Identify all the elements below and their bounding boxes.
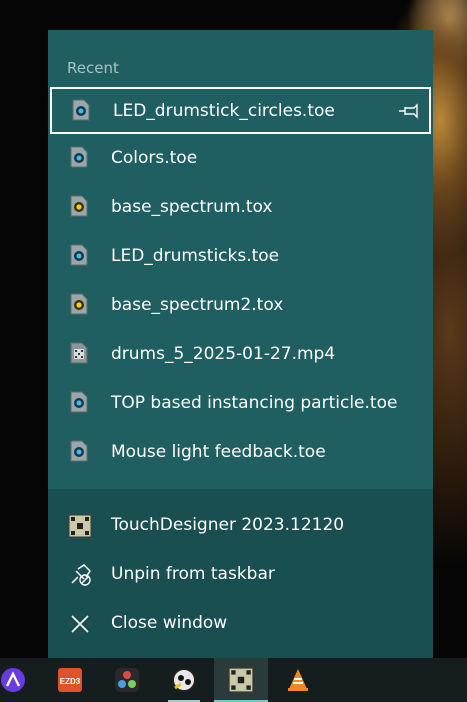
recent-item-label: TOP based instancing particle.toe <box>111 393 398 413</box>
recent-item-led-drumstick-circles[interactable]: LED_drumstick_circles.toe <box>50 87 431 134</box>
taskbar-button-touchdesigner[interactable] <box>214 658 268 702</box>
launch-touchdesigner-item[interactable]: TouchDesigner 2023.12120 <box>48 501 433 550</box>
recent-items-list: LED_drumstick_circles.toe Colors.toe bas… <box>48 87 433 477</box>
recent-item-mouse-light[interactable]: Mouse light feedback.toe <box>48 428 433 477</box>
recent-item-top-instancing[interactable]: TOP based instancing particle.toe <box>48 379 433 428</box>
recent-item-label: Colors.toe <box>111 148 198 168</box>
recent-item-drums-video[interactable]: drums_5_2025-01-27.mp4 <box>48 330 433 379</box>
recent-item-label: LED_drumstick_circles.toe <box>113 101 335 121</box>
toe-file-icon <box>72 99 90 121</box>
recent-item-led-drumsticks[interactable]: LED_drumsticks.toe <box>48 232 433 281</box>
taskbar-button-davinci-resolve[interactable] <box>100 658 154 702</box>
jump-list-menu: Recent LED_drumstick_circles.toe Colors.… <box>48 30 433 658</box>
close-icon <box>71 615 89 633</box>
recent-item-label: base_spectrum.tox <box>111 197 273 217</box>
recent-section-title: Recent <box>67 59 119 77</box>
touchdesigner-icon <box>68 514 92 538</box>
unpin-icon <box>71 564 91 586</box>
arc-app-icon <box>1 668 25 692</box>
taskbar-button-arc[interactable] <box>0 658 40 702</box>
taskbar: EZD3 <box>0 658 467 702</box>
taskbar-button-touchdesigner-alt[interactable] <box>157 658 211 702</box>
task-label: Unpin from taskbar <box>111 564 275 584</box>
toe-file-icon <box>70 146 88 168</box>
unpin-from-taskbar-item[interactable]: Unpin from taskbar <box>48 550 433 599</box>
recent-item-label: Mouse light feedback.toe <box>111 442 326 462</box>
recent-item-label: drums_5_2025-01-27.mp4 <box>111 344 336 364</box>
recent-item-label: LED_drumsticks.toe <box>111 246 280 266</box>
tox-file-icon <box>70 293 88 315</box>
recent-item-label: base_spectrum2.tox <box>111 295 284 315</box>
close-window-item[interactable]: Close window <box>48 599 433 648</box>
toe-file-icon <box>70 391 88 413</box>
davinci-resolve-app-icon <box>115 668 139 692</box>
ezd3-label: EZD3 <box>60 677 81 686</box>
touchdesigner-app-icon <box>228 667 254 693</box>
taskbar-button-vlc[interactable] <box>271 658 325 702</box>
recent-item-base-spectrum[interactable]: base_spectrum.tox <box>48 183 433 232</box>
recent-item-base-spectrum2[interactable]: base_spectrum2.tox <box>48 281 433 330</box>
ezd3-app-icon: EZD3 <box>58 668 82 692</box>
video-file-icon <box>70 342 88 364</box>
toe-file-icon <box>70 440 88 462</box>
tox-file-icon <box>70 195 88 217</box>
toe-file-icon <box>70 244 88 266</box>
jump-list-tasks: TouchDesigner 2023.12120 Unpin from task… <box>48 489 433 658</box>
pin-icon[interactable] <box>397 101 421 121</box>
task-label: Close window <box>111 613 228 633</box>
task-label: TouchDesigner 2023.12120 <box>111 515 345 535</box>
vlc-app-icon <box>288 669 308 691</box>
taskbar-button-ezd3[interactable]: EZD3 <box>43 658 97 702</box>
recent-item-colors[interactable]: Colors.toe <box>48 134 433 183</box>
touchdesigner-alt-app-icon <box>172 668 196 692</box>
